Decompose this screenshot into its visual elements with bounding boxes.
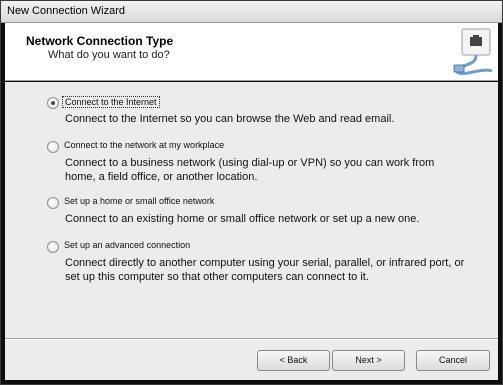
radio-workplace[interactable]: [47, 141, 59, 153]
cancel-button[interactable]: Cancel: [416, 350, 490, 371]
button-separator: [5, 338, 498, 340]
back-button[interactable]: < Back: [257, 350, 330, 371]
title-bar[interactable]: New Connection Wizard: [1, 1, 502, 23]
option-advanced-label[interactable]: Set up an advanced connection: [62, 240, 192, 250]
next-button[interactable]: Next >: [332, 350, 405, 371]
option-workplace-description: Connect to a business network (using dia…: [65, 157, 435, 183]
window-title: New Connection Wizard: [7, 5, 125, 17]
network-plug-icon: [448, 27, 495, 77]
page-subtitle: What do you want to do?: [48, 49, 170, 61]
radio-home-network[interactable]: [47, 197, 59, 209]
radio-advanced[interactable]: [47, 241, 59, 253]
wizard-window: New Connection Wizard Network Connection…: [0, 0, 503, 385]
option-home-network-label[interactable]: Set up a home or small office network: [62, 196, 216, 206]
radio-internet[interactable]: [47, 97, 59, 109]
option-internet-label[interactable]: Connect to the Internet: [62, 96, 160, 108]
wizard-body: Connect to the Internet Connect to the I…: [5, 82, 498, 380]
page-title: Network Connection Type: [26, 34, 174, 48]
option-advanced-description: Connect directly to another computer usi…: [65, 257, 465, 283]
option-home-network-description: Connect to an existing home or small off…: [65, 213, 420, 225]
option-internet-description: Connect to the Internet so you can brows…: [65, 113, 395, 125]
option-workplace-label[interactable]: Connect to the network at my workplace: [62, 140, 226, 150]
wizard-header: Network Connection Type What do you want…: [5, 23, 498, 81]
options-panel: Connect to the Internet Connect to the I…: [5, 82, 498, 336]
